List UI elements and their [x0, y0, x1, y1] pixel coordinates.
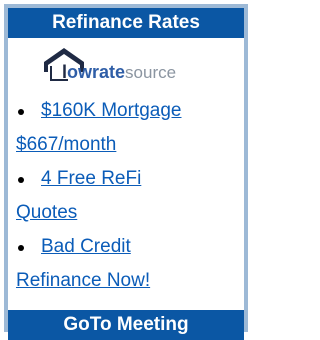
logo-wordmark: lowratesource	[62, 62, 177, 82]
bad-credit-link-cont[interactable]: Refinance Now!	[16, 264, 150, 298]
refi-quotes-link-cont[interactable]: Quotes	[16, 196, 77, 230]
refinance-rates-header: Refinance Rates	[8, 8, 244, 38]
lowratesource-logo[interactable]: lowratesource	[38, 44, 228, 92]
goto-meeting-header: GoTo Meeting	[8, 310, 244, 340]
bad-credit-link[interactable]: Bad Credit	[41, 230, 131, 264]
refi-quotes-link[interactable]: 4 Free ReFi	[41, 162, 141, 196]
ad-panel: Refinance Rates lowratesource $160K Mort…	[4, 4, 248, 340]
bullet-dot	[18, 245, 24, 251]
mortgage-link-cont[interactable]: $667/month	[16, 128, 116, 162]
mortgage-link[interactable]: $160K Mortgage	[41, 94, 182, 128]
bullet-dot	[18, 177, 24, 183]
bullet-dot	[18, 109, 24, 115]
